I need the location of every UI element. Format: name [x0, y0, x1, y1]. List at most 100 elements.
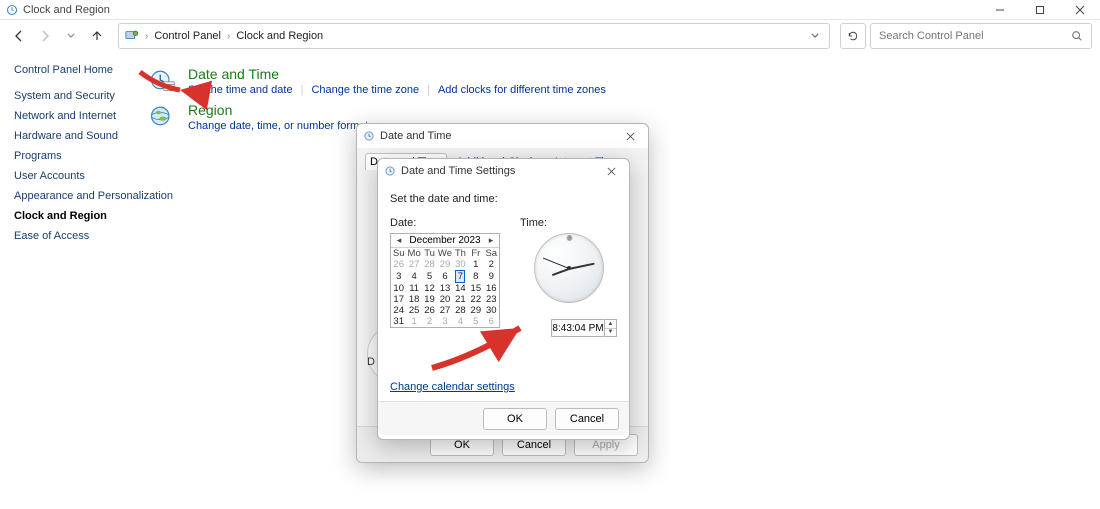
calendar-day[interactable]: 4 — [453, 316, 468, 327]
region-icon — [148, 102, 176, 130]
settings-instruction: Set the date and time: — [390, 193, 617, 205]
calendar-day[interactable]: 8 — [468, 270, 483, 283]
calendar-next-month[interactable]: ▸ — [486, 235, 496, 246]
calendar-day[interactable]: 10 — [391, 283, 406, 294]
calendar-day[interactable]: 9 — [484, 270, 499, 283]
calendar-day[interactable]: 14 — [453, 283, 468, 294]
calendar-day[interactable]: 6 — [484, 316, 499, 327]
forward-button[interactable] — [34, 25, 56, 47]
calendar-day[interactable]: 3 — [391, 270, 406, 283]
calendar-day[interactable]: 27 — [406, 259, 421, 270]
date-time-dialog-title: Date and Time — [380, 130, 452, 142]
sidebar-item-system-and-security[interactable]: System and Security — [14, 90, 132, 102]
calendar-prev-month[interactable]: ◂ — [394, 235, 404, 246]
breadcrumb-sep: › — [145, 31, 148, 42]
breadcrumb-clock-region[interactable]: Clock and Region — [236, 30, 323, 42]
calendar-day[interactable]: 7 — [453, 270, 468, 283]
calendar-day[interactable]: 29 — [468, 305, 483, 316]
clock-region-icon — [6, 4, 18, 16]
calendar-day[interactable]: 28 — [422, 259, 437, 270]
calendar-day[interactable]: 15 — [468, 283, 483, 294]
time-input[interactable]: 8:43:04 PM — [551, 319, 605, 337]
calendar-day[interactable]: 27 — [437, 305, 452, 316]
spinner-down[interactable]: ▼ — [605, 329, 616, 337]
calendar-day[interactable]: 20 — [437, 294, 452, 305]
change-calendar-settings-link[interactable]: Change calendar settings — [390, 381, 515, 393]
maximize-button[interactable] — [1020, 0, 1060, 20]
date-time-dialog-close[interactable] — [618, 126, 642, 146]
calendar-day[interactable]: 26 — [391, 259, 406, 270]
calendar-dow: Th — [453, 248, 468, 259]
calendar-day[interactable]: 3 — [437, 316, 452, 327]
calendar-day[interactable]: 5 — [422, 270, 437, 283]
calendar-day[interactable]: 16 — [484, 283, 499, 294]
calendar-dow: Sa — [484, 248, 499, 259]
link-change-formats[interactable]: Change date, time, or number formats — [188, 120, 374, 132]
sidebar-item-programs[interactable]: Programs — [14, 150, 132, 162]
window-title: Clock and Region — [23, 4, 110, 16]
calendar-day[interactable]: 2 — [422, 316, 437, 327]
calendar-day[interactable]: 6 — [437, 270, 452, 283]
calendar-day[interactable]: 31 — [391, 316, 406, 327]
calendar-day[interactable]: 4 — [406, 270, 421, 283]
address-bar[interactable]: › Control Panel › Clock and Region — [118, 23, 830, 49]
calendar-day[interactable]: 21 — [453, 294, 468, 305]
sidebar-item-network-and-internet[interactable]: Network and Internet — [14, 110, 132, 122]
nav-toolbar: › Control Panel › Clock and Region — [0, 20, 1100, 52]
calendar-day[interactable]: 17 — [391, 294, 406, 305]
calendar-day[interactable]: 1 — [406, 316, 421, 327]
category-region[interactable]: Region — [188, 102, 374, 118]
sidebar-item-hardware-and-sound[interactable]: Hardware and Sound — [14, 130, 132, 142]
calendar-day[interactable]: 18 — [406, 294, 421, 305]
date-time-dialog-d-label: D — [367, 356, 375, 368]
calendar-day[interactable]: 1 — [468, 259, 483, 270]
breadcrumb-control-panel[interactable]: Control Panel — [154, 30, 221, 42]
calendar-day[interactable]: 23 — [484, 294, 499, 305]
back-button[interactable] — [8, 25, 30, 47]
calendar-day[interactable]: 26 — [422, 305, 437, 316]
link-set-time-date[interactable]: Set the time and date — [188, 84, 293, 96]
address-dropdown[interactable] — [807, 31, 823, 41]
settings-dialog-close[interactable] — [599, 161, 623, 181]
search-input[interactable] — [879, 30, 1071, 42]
calendar-day[interactable]: 12 — [422, 283, 437, 294]
sidebar-item-user-accounts[interactable]: User Accounts — [14, 170, 132, 182]
link-add-clocks[interactable]: Add clocks for different time zones — [438, 84, 606, 96]
time-spinner[interactable]: ▲▼ — [605, 319, 617, 337]
calendar-day[interactable]: 25 — [406, 305, 421, 316]
calendar[interactable]: ◂ December 2023 ▸ SuMoTuWeThFrSa26272829… — [390, 233, 500, 328]
calendar-day[interactable]: 29 — [437, 259, 452, 270]
category-date-time[interactable]: Date and Time — [188, 66, 606, 82]
recent-dropdown[interactable] — [60, 25, 82, 47]
calendar-dow: Fr — [468, 248, 483, 259]
calendar-day[interactable]: 19 — [422, 294, 437, 305]
calendar-day[interactable]: 30 — [484, 305, 499, 316]
settings-dialog-cancel[interactable]: Cancel — [555, 408, 619, 430]
settings-dialog-icon — [384, 165, 396, 177]
calendar-day[interactable]: 30 — [453, 259, 468, 270]
link-change-time-zone[interactable]: Change the time zone — [311, 84, 419, 96]
calendar-day[interactable]: 22 — [468, 294, 483, 305]
calendar-dow: Su — [391, 248, 406, 259]
calendar-day[interactable]: 13 — [437, 283, 452, 294]
sidebar-item-appearance-and-personalization[interactable]: Appearance and Personalization — [14, 190, 132, 202]
calendar-day[interactable]: 28 — [453, 305, 468, 316]
close-button[interactable] — [1060, 0, 1100, 20]
settings-dialog-title: Date and Time Settings — [401, 165, 515, 177]
calendar-day[interactable]: 24 — [391, 305, 406, 316]
refresh-button[interactable] — [840, 23, 866, 49]
calendar-day[interactable]: 11 — [406, 283, 421, 294]
sidebar-item-ease-of-access[interactable]: Ease of Access — [14, 230, 132, 242]
control-panel-home-link[interactable]: Control Panel Home — [14, 64, 132, 76]
calendar-dow: Tu — [422, 248, 437, 259]
settings-dialog-ok[interactable]: OK — [483, 408, 547, 430]
up-button[interactable] — [86, 25, 108, 47]
search-box[interactable] — [870, 23, 1092, 49]
calendar-day[interactable]: 2 — [484, 259, 499, 270]
spinner-up[interactable]: ▲ — [605, 320, 616, 329]
breadcrumb-sep: › — [227, 31, 230, 42]
date-time-settings-dialog: Date and Time Settings Set the date and … — [377, 158, 630, 440]
sidebar-item-clock-and-region[interactable]: Clock and Region — [14, 210, 132, 222]
minimize-button[interactable] — [980, 0, 1020, 20]
calendar-day[interactable]: 5 — [468, 316, 483, 327]
